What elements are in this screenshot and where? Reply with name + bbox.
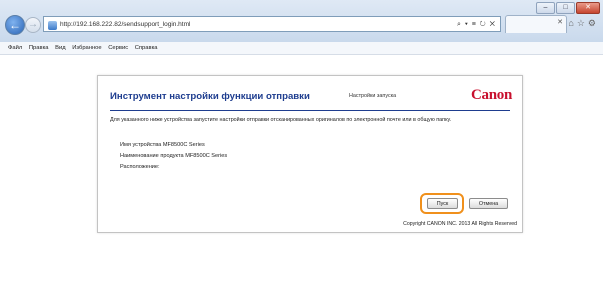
- menu-help[interactable]: Справка: [135, 42, 158, 54]
- address-bar[interactable]: http://192.168.222.82/sendsupport_login.…: [43, 16, 501, 32]
- start-button[interactable]: Пуск: [427, 198, 458, 209]
- toolbar-icons: ⌂☆⚙: [568, 18, 599, 29]
- page-subtitle: Настройки запуска: [349, 93, 397, 99]
- tab-close-icon[interactable]: ✕: [557, 18, 563, 26]
- canon-logo: Canon: [470, 87, 512, 103]
- menu-edit[interactable]: Правка: [29, 42, 49, 54]
- page-description: Для указанного ниже устройства запустите…: [110, 117, 452, 123]
- menu-tools[interactable]: Сервис: [108, 42, 128, 54]
- maximize-button[interactable]: □: [556, 2, 575, 14]
- browser-tab[interactable]: ✕: [505, 15, 567, 33]
- home-icon[interactable]: ⌂: [568, 18, 576, 28]
- copyright: Copyright CANON INC. 2013 All Rights Res…: [403, 221, 517, 227]
- menu-favorites[interactable]: Избранное: [72, 42, 101, 54]
- location-label: Расположение:: [120, 164, 160, 170]
- back-button[interactable]: ←: [5, 15, 25, 35]
- menu-view[interactable]: Вид: [55, 42, 66, 54]
- device-name: Имя устройства MF8500C Series: [120, 142, 205, 148]
- settings-gear-icon[interactable]: ⚙: [588, 18, 599, 28]
- product-name: Наименование продукта MF8500C Series: [120, 153, 228, 159]
- favorites-star-icon[interactable]: ☆: [577, 18, 588, 28]
- window-controls: – □ ✕: [536, 2, 600, 14]
- browser-chrome: – □ ✕ ← → http://192.168.222.82/sendsupp…: [0, 0, 603, 43]
- forward-button[interactable]: →: [25, 17, 41, 33]
- address-tools[interactable]: ⌕ ▾ ≡ ↻ ✕: [457, 17, 496, 33]
- minimize-button[interactable]: –: [536, 2, 555, 14]
- menu-bar: Файл Правка Вид Избранное Сервис Справка: [0, 42, 603, 55]
- page-favicon-icon: [48, 20, 57, 30]
- close-window-button[interactable]: ✕: [576, 2, 600, 14]
- address-url: http://192.168.222.82/sendsupport_login.…: [60, 21, 191, 28]
- title-divider: [110, 110, 510, 111]
- menu-file[interactable]: Файл: [8, 42, 22, 54]
- page-title: Инструмент настройки функции отправки: [110, 91, 310, 102]
- cancel-button[interactable]: Отмена: [469, 198, 508, 209]
- send-setup-panel: Инструмент настройки функции отправки На…: [97, 75, 523, 233]
